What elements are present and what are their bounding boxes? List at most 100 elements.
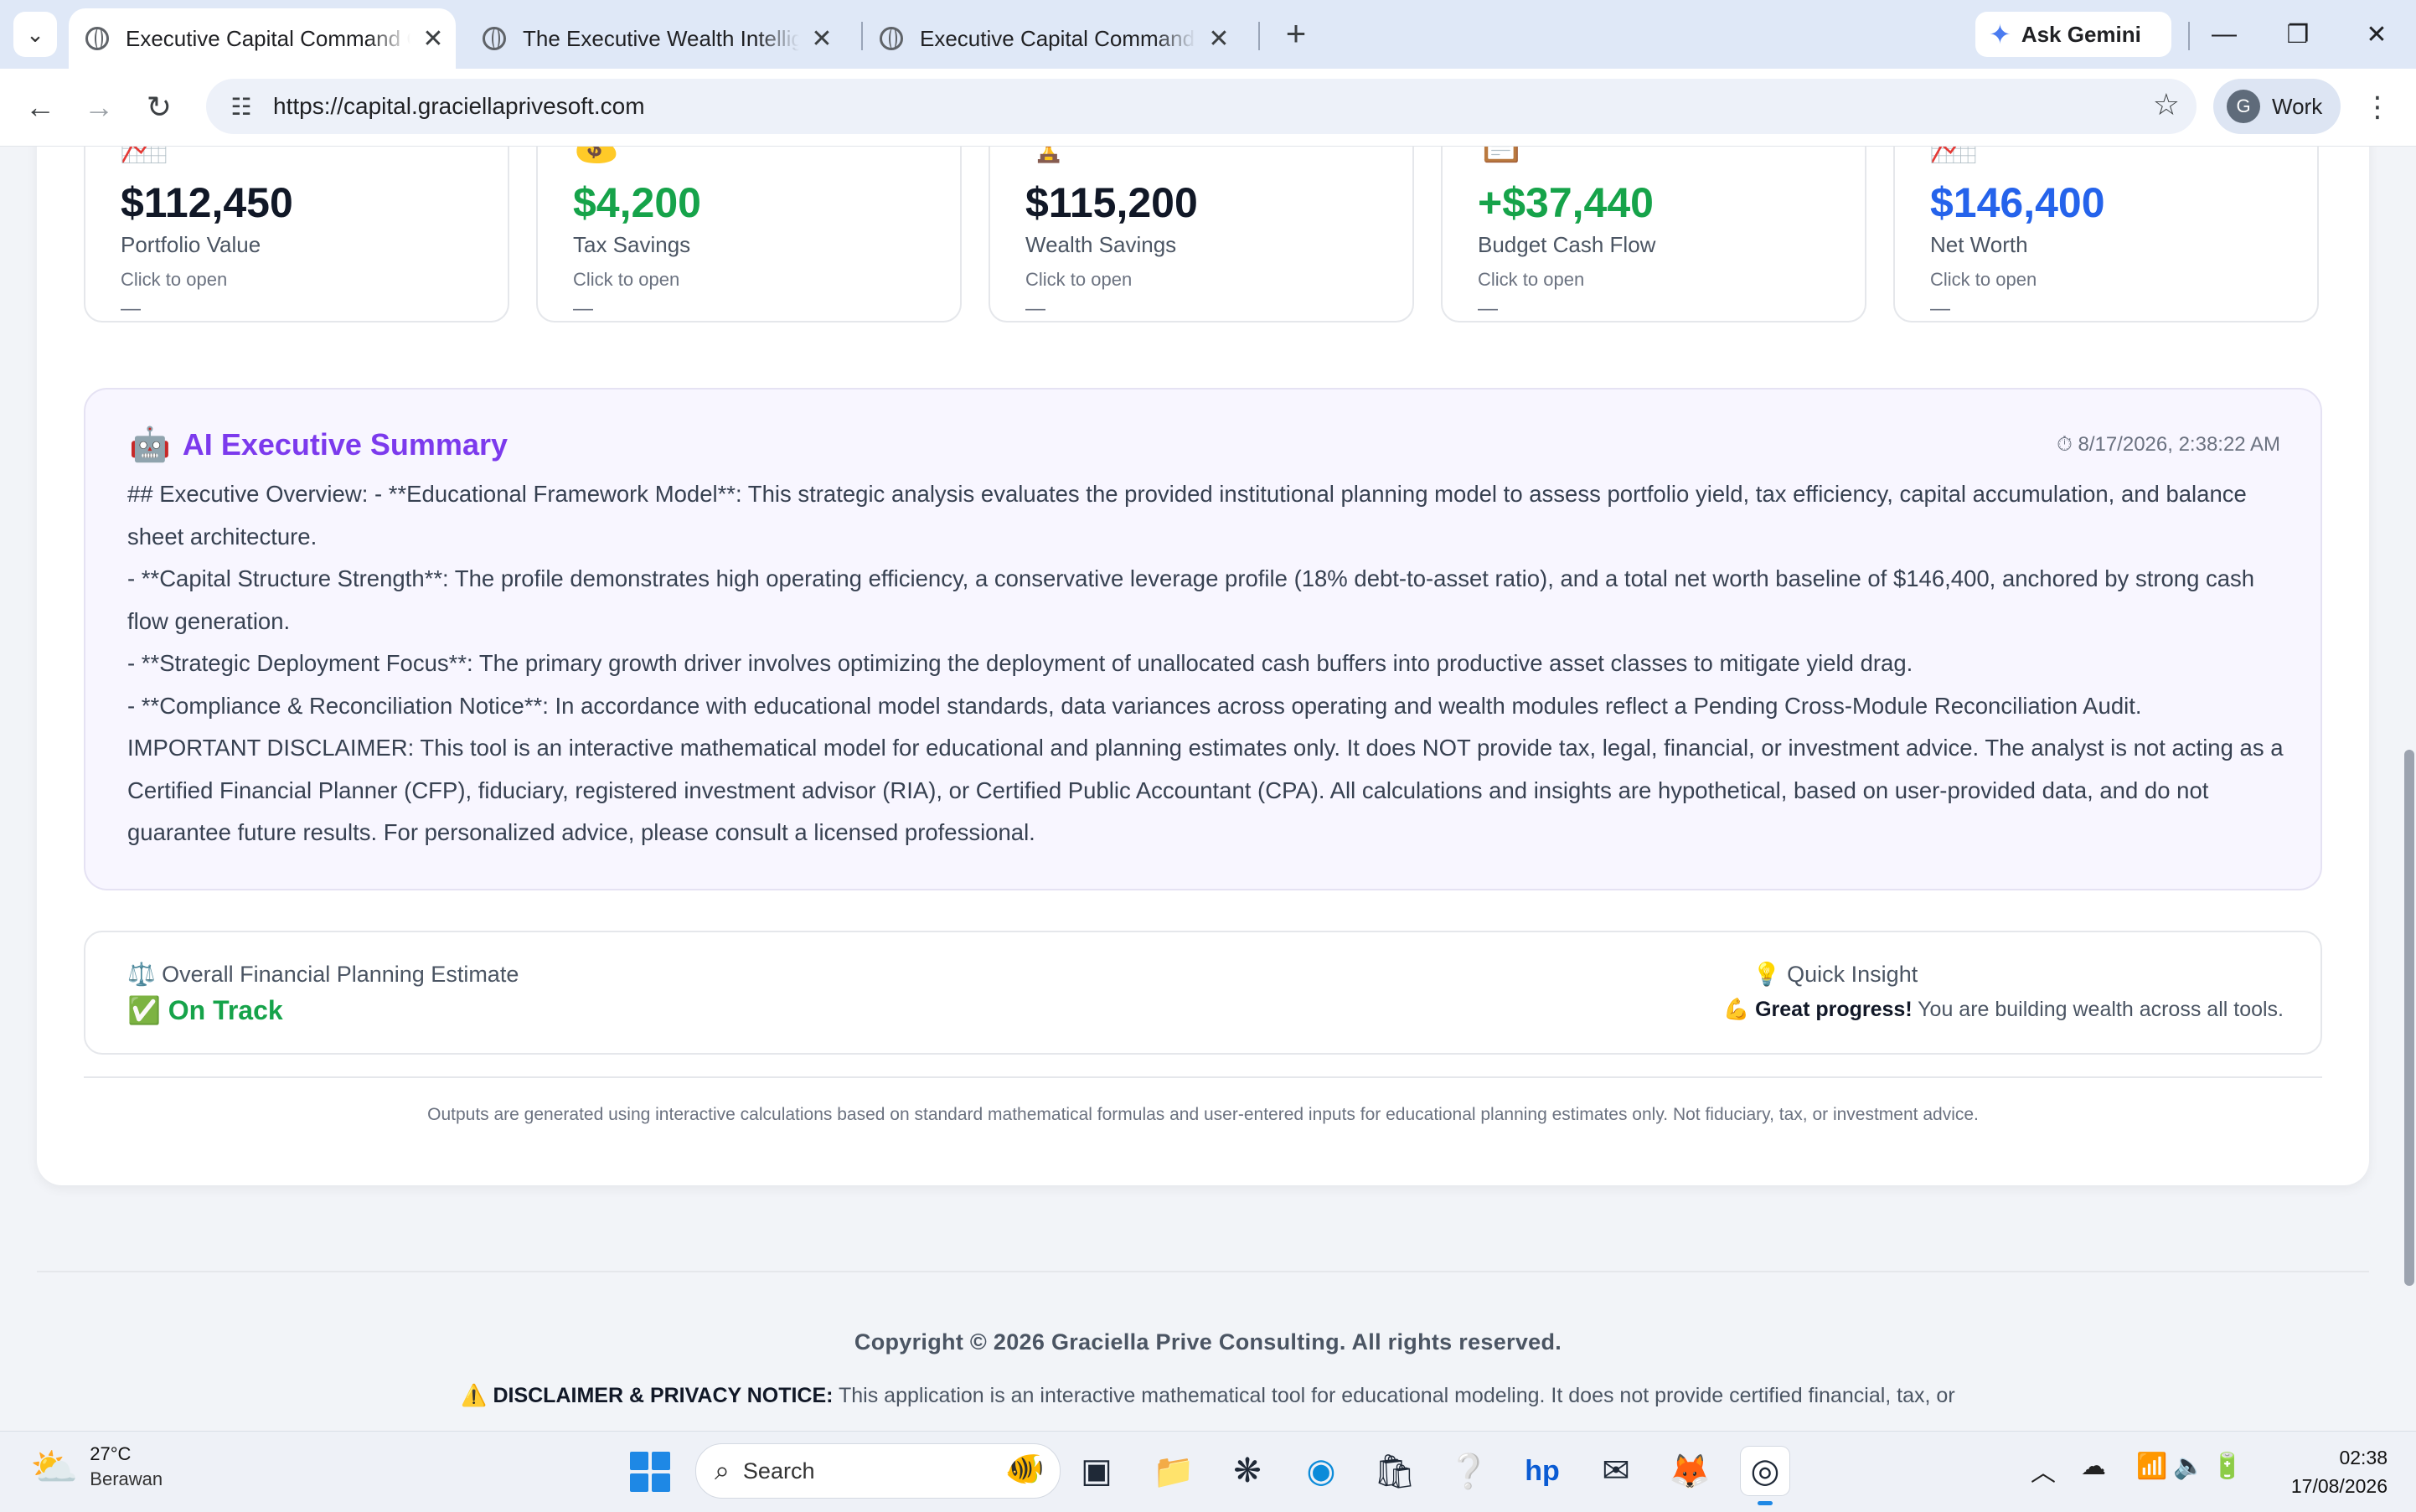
fine-print: Outputs are generated using interactive … — [427, 1105, 1979, 1124]
kpi-open-hint: Click to open — [121, 269, 228, 290]
cloud-sync-off-icon[interactable]: ☁ — [2081, 1452, 2106, 1481]
minimize-icon[interactable]: — — [2195, 12, 2253, 57]
new-tab-plus-icon[interactable]: + — [1275, 13, 1317, 54]
kpi-dash: — — [1025, 297, 1045, 320]
warning-icon: ⚠️ — [461, 1384, 488, 1407]
page-viewport[interactable]: 📈 $112,450 Portfolio Value Click to open — 💰 $… — [0, 147, 2416, 1431]
kpi-icon: 📈 — [119, 147, 169, 163]
profile-button[interactable]: G Work — [2213, 79, 2341, 134]
tab-close-icon[interactable]: ✕ — [421, 24, 446, 54]
kpi-icon: 📈 — [1928, 147, 1979, 163]
balance-scale-icon: ⚖️ — [127, 962, 156, 987]
wifi-icon[interactable]: 📶 — [2136, 1452, 2167, 1481]
kpi-dash: — — [573, 297, 593, 320]
weather-condition: Berawan — [90, 1468, 163, 1489]
summary-header: 🤖 AI Executive Summary — [129, 425, 508, 464]
weather-widget[interactable]: ⛅ 27°C Berawan — [30, 1443, 163, 1490]
reload-icon[interactable]: ↻ — [136, 84, 183, 131]
robot-icon: 🤖 — [129, 426, 171, 463]
kpi-icon: 💰 — [571, 147, 622, 163]
system-clock[interactable]: 02:38 17/08/2026 — [2262, 1443, 2388, 1500]
profile-name: Work — [2272, 93, 2323, 119]
disclaimer-label: DISCLAIMER & PRIVACY NOTICE: — [493, 1384, 834, 1407]
forward-arrow-icon[interactable]: → — [75, 84, 122, 131]
close-window-icon[interactable]: ✕ — [2347, 12, 2406, 57]
kpi-value: $4,200 — [573, 179, 701, 226]
file-explorer-icon[interactable]: 📁 — [1149, 1447, 1198, 1495]
summary-disclaimer: IMPORTANT DISCLAIMER: This tool is an in… — [127, 735, 2284, 845]
battery-icon[interactable]: 🔋 — [2212, 1452, 2243, 1481]
kpi-dash: — — [121, 297, 141, 320]
summary-paragraph: - **Compliance & Reconciliation Notice**… — [127, 692, 2142, 719]
weather-temperature: 27°C — [90, 1443, 132, 1464]
tab-close-icon[interactable]: ✕ — [1206, 24, 1231, 54]
kpi-value: +$37,440 — [1478, 179, 1654, 226]
kpi-value: $146,400 — [1930, 179, 2105, 226]
insight-bold: Great progress! — [1755, 998, 1913, 1021]
browser-tab-bar: ⌄ Executive Capital Command Center ✕ The… — [0, 0, 2416, 69]
stopwatch-icon: ⏱ — [2057, 433, 2073, 456]
quick-insight-message: 💪 Great progress! You are building wealt… — [1723, 998, 2284, 1022]
search-placeholder: Search — [742, 1458, 815, 1484]
get-help-icon[interactable]: ❔ — [1444, 1447, 1493, 1495]
tab-executive-wealth[interactable]: The Executive Wealth Intelligence ✕ — [466, 8, 851, 69]
more-menu-icon[interactable]: ⋮ — [2361, 84, 2394, 131]
back-arrow-icon[interactable]: ← — [17, 84, 64, 131]
task-view-icon[interactable]: ▣ — [1072, 1447, 1121, 1495]
kpi-label: Budget Cash Flow — [1478, 232, 1656, 257]
clock-time: 02:38 — [2339, 1447, 2388, 1468]
estimate-status-text: On Track — [168, 995, 283, 1025]
kpi-open-hint: Click to open — [573, 269, 680, 290]
kpi-label: Tax Savings — [573, 232, 691, 257]
chrome-icon[interactable]: ◎ — [1741, 1447, 1789, 1505]
ask-gemini-button[interactable]: ✦ Ask Gemini — [1975, 12, 2171, 57]
kpi-value: $115,200 — [1025, 179, 1198, 226]
tab-close-icon[interactable]: ✕ — [809, 24, 834, 54]
kpi-card-wealth-savings[interactable]: 🏆 $115,200 Wealth Savings Click to open — — [989, 147, 1414, 323]
kpi-icon: 🏆 — [1024, 147, 1074, 163]
estimate-status: ✅ On Track — [127, 994, 283, 1026]
site-settings-icon[interactable]: ☷ — [216, 93, 266, 121]
tab-title: Executive Capital Command Center — [126, 25, 410, 51]
estimate-label-text: Overall Financial Planning Estimate — [162, 962, 519, 987]
taskbar-search-box[interactable]: ⌕ Search 🐠 — [695, 1443, 1061, 1499]
privacy-disclaimer: ⚠️ DISCLAIMER & PRIVACY NOTICE: This app… — [0, 1384, 2416, 1408]
tab-search-chevron-icon[interactable]: ⌄ — [13, 12, 57, 57]
copilot-icon[interactable]: ❋ — [1223, 1447, 1272, 1495]
url-text[interactable]: https://capital.graciellaprivesoft.com — [273, 93, 645, 120]
show-hidden-icons-chevron[interactable]: ︿ — [2031, 1452, 2056, 1489]
ai-executive-summary: 🤖 AI Executive Summary ⏱ 8/17/2026, 2:38… — [84, 388, 2322, 890]
globe-icon — [483, 27, 506, 50]
browser-toolbar: ← → ↻ ☷ https://capital.graciellapriveso… — [0, 69, 2416, 147]
address-bar[interactable]: ☷ https://capital.graciellaprivesoft.com… — [206, 79, 2197, 134]
volume-icon[interactable]: 🔈 — [2173, 1452, 2204, 1481]
kpi-card-portfolio-value[interactable]: 📈 $112,450 Portfolio Value Click to open — — [84, 147, 509, 323]
tab-executive-capital-1[interactable]: Executive Capital Command Center ✕ — [69, 8, 456, 69]
summary-title: AI Executive Summary — [182, 426, 508, 462]
restore-window-icon[interactable]: ❐ — [2269, 12, 2327, 57]
light-bulb-icon: 💡 — [1753, 962, 1781, 987]
tab-executive-capital-2[interactable]: Executive Capital Command Center ✕ — [863, 8, 1248, 69]
microsoft-store-icon[interactable]: 🛍 — [1371, 1447, 1419, 1495]
gemini-sparkle-icon: ✦ — [1989, 19, 2011, 49]
hp-support-icon[interactable]: hp — [1518, 1447, 1567, 1495]
overall-estimate-card: ⚖️ Overall Financial Planning Estimate ✅… — [84, 931, 2322, 1055]
kpi-card-budget-cash-flow[interactable]: 📋 +$37,440 Budget Cash Flow Click to open — — [1441, 147, 1866, 323]
quick-insight-label: 💡 Quick Insight — [1753, 961, 1918, 988]
firefox-icon[interactable]: 🦊 — [1665, 1447, 1714, 1495]
kpi-card-net-worth[interactable]: 📈 $146,400 Net Worth Click to open — — [1893, 147, 2319, 323]
insight-text: You are building wealth across all tools… — [1918, 998, 2284, 1021]
kpi-card-tax-savings[interactable]: 💰 $4,200 Tax Savings Click to open — — [536, 147, 962, 323]
page-scrollbar[interactable] — [2404, 750, 2414, 1286]
edge-browser-icon[interactable]: ◉ — [1297, 1447, 1345, 1495]
globe-icon — [85, 27, 109, 50]
disclaimer-text: This application is an interactive mathe… — [838, 1384, 1955, 1407]
bookmark-star-icon[interactable]: ☆ — [2153, 87, 2180, 122]
kpi-label: Wealth Savings — [1025, 232, 1177, 257]
kpi-icon: 📋 — [1476, 147, 1526, 163]
kpi-open-hint: Click to open — [1930, 269, 2037, 290]
clownfish-icon: 🐠 — [1004, 1452, 1045, 1487]
windows-start-icon[interactable] — [630, 1452, 670, 1492]
outlook-icon[interactable]: ✉ — [1592, 1447, 1640, 1495]
dashboard-panel: 📈 $112,450 Portfolio Value Click to open — 💰 $… — [37, 147, 2369, 1185]
